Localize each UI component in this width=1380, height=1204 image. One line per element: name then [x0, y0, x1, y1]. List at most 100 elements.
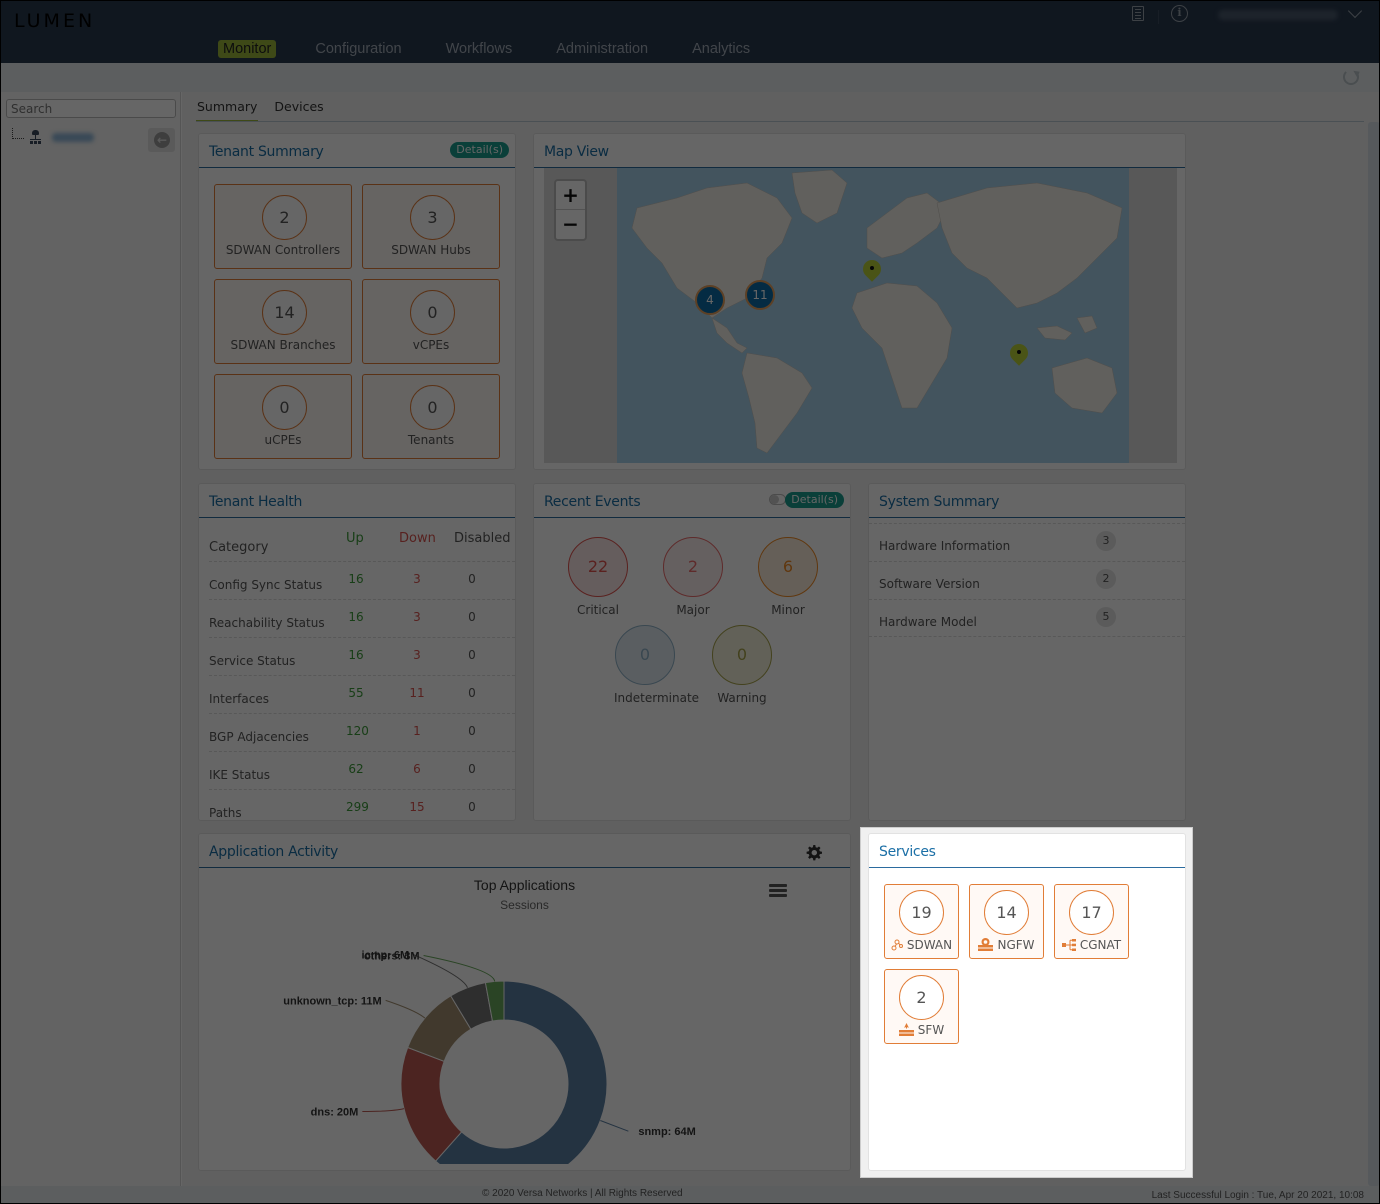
sfw-firewall-icon [898, 1023, 914, 1036]
map-tiles[interactable] [617, 168, 1129, 463]
map-cluster-marker[interactable]: 4 [695, 285, 725, 315]
map-zoom-in-button[interactable]: + [556, 181, 585, 210]
column-header-category: Category [209, 540, 269, 555]
vertical-scrollbar[interactable] [1368, 122, 1380, 1186]
sdwan-icon [891, 939, 903, 951]
tree-item-label[interactable] [52, 133, 94, 142]
info-icon[interactable]: i [1171, 5, 1188, 22]
summary-tile-sdwan-controllers[interactable]: 2 SDWAN Controllers [214, 184, 352, 269]
event-label: Major [676, 603, 710, 617]
table-row: Interfaces 55 11 0 [209, 676, 515, 714]
row-up-count[interactable]: 16 [346, 572, 366, 586]
row-down-count[interactable]: 11 [406, 686, 428, 700]
tile-label: SDWAN Branches [230, 338, 336, 352]
column-header-up: Up [346, 531, 364, 546]
row-category: IKE Status [209, 768, 271, 782]
row-down-count[interactable]: 3 [406, 610, 428, 624]
arrow-left-circle-icon: ← [154, 132, 170, 148]
service-label: SFW [917, 1023, 945, 1037]
row-up-count[interactable]: 299 [346, 800, 369, 814]
panel-header: Recent Events Detail(s) [534, 484, 850, 518]
event-warning[interactable]: 0 Warning [711, 625, 773, 705]
service-label: NGFW [997, 938, 1035, 952]
service-tile-cgnat[interactable]: 17 CGNAT [1054, 884, 1129, 959]
main-nav: Monitor Configuration Workflows Administ… [218, 40, 789, 58]
event-label: Minor [771, 603, 805, 617]
row-down-count[interactable]: 6 [406, 762, 428, 776]
chart-title: Top Applications [473, 877, 576, 893]
user-account-name[interactable] [1218, 10, 1338, 20]
tab-devices[interactable]: Devices [273, 100, 324, 122]
event-label: Indeterminate [614, 691, 700, 705]
event-label: Warning [717, 691, 767, 705]
report-icon[interactable] [1132, 6, 1144, 21]
donut-data-label: unknown_tcp: 11M [283, 995, 381, 1007]
nav-administration[interactable]: Administration [551, 40, 653, 58]
panel-title: System Summary [879, 494, 1000, 510]
gear-icon[interactable] [806, 845, 822, 861]
tab-summary[interactable]: Summary [196, 100, 259, 122]
donut-data-label: snmp: 64M [638, 1126, 695, 1138]
panel-title: Services [879, 844, 936, 860]
row-category: BGP Adjacencies [209, 730, 309, 744]
row-up-count[interactable]: 16 [346, 610, 366, 624]
tile-label: SDWAN Hubs [391, 243, 471, 257]
system-summary-row[interactable]: Hardware Information 3 [869, 523, 1185, 561]
tree-connector [12, 128, 24, 139]
organization-icon [30, 130, 42, 144]
nav-analytics[interactable]: Analytics [687, 40, 755, 58]
row-down-count[interactable]: 3 [406, 572, 428, 586]
sidebar-search-input[interactable] [6, 99, 176, 118]
tenant-health-table: Category Up Down Disabled Config Sync St… [209, 524, 515, 828]
user-menu-chevron-icon[interactable] [1347, 3, 1363, 19]
event-major[interactable]: 2 Major [662, 537, 724, 617]
event-minor[interactable]: 6 Minor [757, 537, 819, 617]
summary-tile-tenants[interactable]: 0 Tenants [362, 374, 500, 459]
recent-events-details-button[interactable]: Detail(s) [785, 492, 844, 508]
donut-data-label: others: 3M [364, 950, 420, 962]
map-zoom-out-button[interactable]: − [556, 210, 585, 239]
row-disabled-count: 0 [468, 610, 476, 624]
row-up-count[interactable]: 62 [346, 762, 366, 776]
row-down-count[interactable]: 3 [406, 648, 428, 662]
summary-tile-sdwan-branches[interactable]: 14 SDWAN Branches [214, 279, 352, 364]
summary-tile-ucpes[interactable]: 0 uCPEs [214, 374, 352, 459]
service-tile-sdwan[interactable]: 19 SDWAN [884, 884, 959, 959]
nav-configuration[interactable]: Configuration [310, 40, 406, 58]
service-label-row: NGFW [970, 938, 1043, 952]
service-count: 14 [984, 890, 1029, 935]
panel-title: Map View [544, 144, 609, 160]
map-cluster-marker[interactable]: 11 [745, 280, 775, 310]
system-summary-row[interactable]: Software Version 2 [869, 561, 1185, 599]
panel-header: Application Activity [199, 834, 850, 868]
summary-tile-sdwan-hubs[interactable]: 3 SDWAN Hubs [362, 184, 500, 269]
event-indeterminate[interactable]: 0 Indeterminate [614, 625, 700, 705]
service-tile-ngfw[interactable]: 14 NGFW [969, 884, 1044, 959]
map-pin-marker[interactable] [1010, 344, 1028, 368]
world-map[interactable]: + − 4 11 [544, 168, 1177, 463]
lumen-logo[interactable]: LUMEN [14, 10, 95, 32]
row-up-count[interactable]: 55 [346, 686, 366, 700]
sub-toolbar [0, 63, 1380, 92]
collapse-sidebar-button[interactable]: ← [148, 128, 175, 152]
row-down-count[interactable]: 15 [406, 800, 428, 814]
service-tile-sfw[interactable]: 2 SFW [884, 969, 959, 1044]
row-up-count[interactable]: 16 [346, 648, 366, 662]
map-pin-marker[interactable] [863, 260, 881, 284]
map-zoom-control: + − [554, 179, 587, 241]
hamburger-menu-icon[interactable] [769, 884, 787, 898]
nav-monitor[interactable]: Monitor [218, 40, 277, 58]
nav-workflows[interactable]: Workflows [441, 40, 518, 58]
event-count: 0 [712, 625, 772, 685]
event-critical[interactable]: 22 Critical [567, 537, 629, 617]
tenant-summary-details-button[interactable]: Detail(s) [450, 142, 509, 158]
summary-tile-vcpes[interactable]: 0 vCPEs [362, 279, 500, 364]
refresh-icon[interactable] [1343, 69, 1359, 85]
event-count: 6 [758, 537, 818, 597]
row-up-count[interactable]: 120 [346, 724, 369, 738]
row-category: Service Status [209, 654, 296, 668]
recent-events-toggle[interactable] [769, 494, 786, 505]
tile-count: 2 [262, 195, 307, 240]
system-summary-row[interactable]: Hardware Model 5 [869, 599, 1185, 637]
row-down-count[interactable]: 1 [406, 724, 428, 738]
